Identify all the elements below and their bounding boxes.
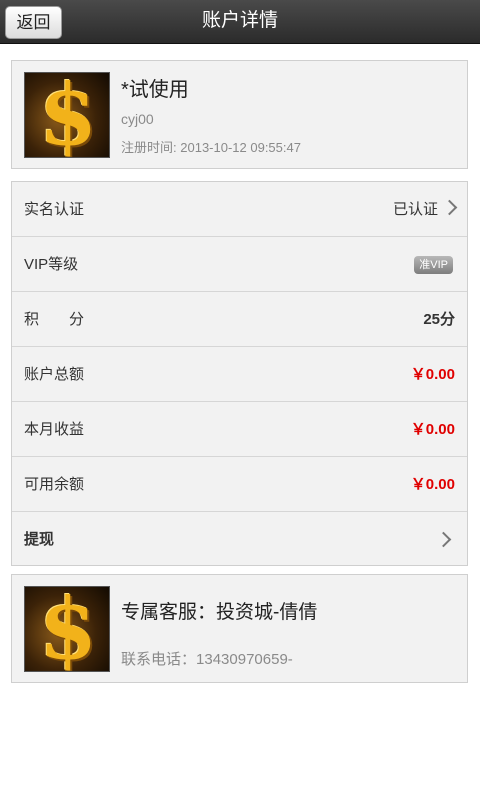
dollar-sign-icon: $ [38, 586, 98, 672]
register-time-label: 注册时间: [121, 140, 177, 155]
service-avatar: $ [24, 586, 110, 672]
service-title: 专属客服：投资城-倩倩 [121, 602, 318, 623]
monthly-income-label: 本月收益 [24, 421, 85, 438]
row-points: 积 分 25分 [12, 292, 467, 347]
realname-value: 已认证 [392, 182, 458, 237]
available-balance-value: ￥0.00 [410, 476, 455, 493]
available-balance-label: 可用余额 [24, 476, 85, 493]
service-phone[interactable]: 联系电话：13430970659- [121, 648, 293, 669]
register-time-value: 2013-10-12 09:55:47 [180, 140, 301, 155]
page-title: 账户详情 [201, 10, 278, 31]
points-label: 积 分 [24, 311, 85, 328]
vip-badge: 准VIP [414, 256, 453, 274]
avatar: $ [24, 72, 110, 158]
dollar-sign-icon: $ [38, 72, 98, 158]
back-button[interactable]: 返回 [5, 6, 62, 39]
points-value: 25分 [423, 311, 455, 328]
row-account-total: 账户总额 ￥0.00 [12, 347, 467, 402]
title-bar: 账户详情 返回 [0, 0, 480, 44]
row-monthly-income: 本月收益 ￥0.00 [12, 402, 467, 457]
realname-label: 实名认证 [24, 201, 85, 218]
realname-status: 已认证 [392, 201, 438, 218]
customer-service-card[interactable]: $ 专属客服：投资城-倩倩 联系电话：13430970659- [11, 574, 468, 683]
chevron-right-icon [441, 199, 458, 216]
register-time: 注册时间: 2013-10-12 09:55:47 [121, 137, 301, 156]
account-name: *试使用 [121, 79, 189, 101]
account-details-list: 实名认证 已认证 VIP等级 准VIP 积 分 25分 账户总额 ￥0.00 本… [11, 181, 468, 566]
row-realname-verification[interactable]: 实名认证 已认证 [12, 182, 467, 237]
service-phone-number: 13430970659- [196, 651, 293, 668]
chevron-right-icon [435, 531, 452, 548]
row-available-balance: 可用余额 ￥0.00 [12, 457, 467, 512]
username: cyj00 [121, 111, 154, 127]
account-total-value: ￥0.00 [410, 366, 455, 383]
row-withdraw[interactable]: 提现 [12, 512, 467, 567]
profile-card: $ *试使用 cyj00 注册时间: 2013-10-12 09:55:47 [11, 60, 468, 169]
vip-label: VIP等级 [24, 256, 79, 273]
account-total-label: 账户总额 [24, 366, 85, 383]
withdraw-label: 提现 [24, 531, 55, 548]
row-vip-level: VIP等级 准VIP [12, 237, 467, 292]
monthly-income-value: ￥0.00 [410, 421, 455, 438]
service-phone-label: 联系电话： [121, 651, 197, 668]
